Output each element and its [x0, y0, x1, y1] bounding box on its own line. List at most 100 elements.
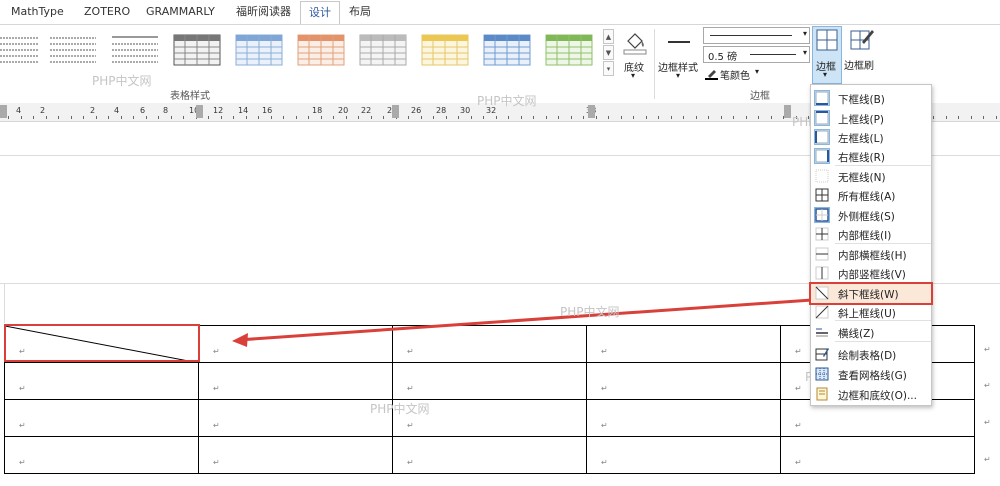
ruler-tick [508, 116, 509, 119]
border-painter-label: 边框刷 [844, 61, 874, 72]
chevron-down-icon: ▾ [823, 70, 828, 79]
menu-item-border-top[interactable]: 上框线(P) [811, 109, 931, 128]
ruler-column-marker[interactable] [196, 105, 203, 118]
chevron-down-icon: ▾ [802, 29, 807, 38]
table-style-thumb[interactable] [234, 33, 284, 67]
row-end-mark: ↵ [984, 381, 991, 390]
ruler-tick [746, 116, 747, 119]
ruler-column-marker[interactable] [784, 105, 791, 118]
table-cell[interactable]: ↵ [586, 362, 781, 400]
tab-mathtype[interactable]: MathType [11, 0, 64, 24]
ruler-column-marker[interactable] [0, 105, 7, 118]
menu-item-inside-borders[interactable]: 内部框线(I) [811, 225, 931, 244]
table-style-thumb[interactable] [544, 33, 594, 67]
table-style-thumb[interactable] [0, 33, 50, 67]
ruler-column-marker[interactable] [588, 105, 595, 118]
table-cell[interactable]: ↵ [392, 399, 587, 437]
line-style-select[interactable]: ▾ [703, 27, 810, 44]
ruler-tick [346, 116, 347, 119]
ruler-tick [946, 116, 947, 119]
gallery-more-button[interactable]: ▾ [603, 61, 614, 76]
inside-horizontal-border-icon [815, 247, 829, 261]
gallery-scroll-up-button[interactable]: ▲ [603, 29, 614, 44]
ruler-number: 4 [16, 106, 22, 115]
menu-item-diagonal-down-border[interactable]: 斜下框线(W) [809, 282, 933, 305]
tab-foxit-reader[interactable]: 福昕阅读器 [236, 0, 291, 24]
menu-item-horizontal-line[interactable]: 横线(Z) [811, 323, 931, 342]
line-weight-select[interactable]: 0.5 磅 ▾ [703, 46, 810, 63]
borders-button[interactable]: 边框 ▾ [812, 26, 842, 84]
ruler-tick [233, 116, 234, 119]
table-styles-gallery [0, 25, 616, 85]
table-style-thumb[interactable] [48, 33, 98, 67]
menu-item-border-bottom[interactable]: 下框线(B) [811, 89, 931, 108]
border-styles-button[interactable]: 边框样式 ▾ [658, 27, 702, 85]
row-end-mark: ↵ [984, 455, 991, 464]
table-cell[interactable]: ↵ [198, 362, 393, 400]
menu-item-no-border[interactable]: 无框线(N) [811, 167, 931, 186]
ruler-tick [483, 116, 484, 119]
menu-item-borders-and-shading[interactable]: 边框和底纹(O)... [811, 385, 931, 404]
menu-item-outside-borders[interactable]: 外侧框线(S) [811, 206, 931, 225]
ruler-tick [246, 116, 247, 119]
table-cell[interactable]: ↵ [4, 399, 199, 437]
ruler-column-marker[interactable] [392, 105, 399, 118]
menu-item-all-borders[interactable]: 所有框线(A) [811, 186, 931, 205]
table-style-thumb[interactable] [296, 33, 346, 67]
ruler-tick [633, 116, 634, 119]
shading-button[interactable]: 底纹 ▾ [618, 27, 652, 85]
border-bottom-icon [814, 90, 830, 106]
ruler-number: 6 [140, 106, 146, 115]
menu-item-border-right[interactable]: 右框线(R) [811, 147, 931, 166]
table-cell[interactable]: ↵ [392, 325, 587, 363]
table-cell[interactable]: ↵ [4, 436, 199, 474]
table-cell[interactable]: ↵ [198, 436, 393, 474]
ruler-tick [321, 116, 322, 119]
table-cell[interactable]: ↵ [392, 436, 587, 474]
table-cell[interactable]: ↵ [198, 399, 393, 437]
ruler-tick [21, 116, 22, 119]
table-style-thumb[interactable] [172, 33, 222, 67]
ruler-tick [96, 116, 97, 119]
row-end-mark: ↵ [984, 418, 991, 427]
table-style-thumb[interactable] [358, 33, 408, 67]
pen-color-button[interactable]: 笔颜色 ▾ [703, 66, 773, 82]
tab-design[interactable]: 设计 [300, 1, 340, 24]
ruler-tick [333, 116, 334, 119]
table-cell[interactable]: ↵ [586, 325, 781, 363]
table-cell[interactable]: ↵ [4, 362, 199, 400]
diagonal-down-border-icon [815, 286, 829, 300]
table-cell[interactable]: ↵ [586, 436, 781, 474]
ruler-tick [83, 116, 84, 119]
menu-item-inside-vertical-border[interactable]: 内部竖框线(V) [811, 264, 931, 283]
paragraph-mark: ↵ [19, 458, 26, 467]
menu-item-border-left[interactable]: 左框线(L) [811, 128, 931, 147]
ruler-tick [721, 116, 722, 119]
ruler-number: 4 [114, 106, 120, 115]
menu-item-inside-horizontal-border[interactable]: 内部横框线(H) [811, 245, 931, 264]
tab-zotero[interactable]: ZOTERO [84, 0, 130, 24]
table-style-thumb[interactable] [110, 33, 160, 67]
border-painter-button[interactable]: 边框刷 [844, 26, 882, 84]
ruler-tick [646, 116, 647, 119]
ruler-tick [8, 116, 9, 119]
table-cell[interactable]: ↵ [780, 436, 975, 474]
table-style-thumb[interactable] [482, 33, 532, 67]
ruler-tick [658, 116, 659, 119]
table-cell[interactable]: ↵ [586, 399, 781, 437]
ruler-number: 8 [163, 106, 169, 115]
ruler-tick [621, 116, 622, 119]
menu-item-view-gridlines[interactable]: 查看网格线(G) [811, 365, 931, 384]
ruler-tick [996, 116, 997, 119]
table-style-thumb[interactable] [420, 33, 470, 67]
line-weight-value: 0.5 磅 [708, 52, 738, 63]
table-cell[interactable]: ↵ [392, 362, 587, 400]
paragraph-mark: ↵ [795, 347, 802, 356]
table-cell[interactable]: ↵ [198, 325, 393, 363]
menu-item-draw-table[interactable]: 绘制表格(D) [811, 345, 931, 364]
gallery-scroll-down-button[interactable]: ▼ [603, 45, 614, 60]
ruler-tick [71, 116, 72, 119]
tab-grammarly[interactable]: GRAMMARLY [146, 0, 215, 24]
ruler-tick [671, 116, 672, 119]
tab-layout[interactable]: 布局 [349, 0, 371, 24]
